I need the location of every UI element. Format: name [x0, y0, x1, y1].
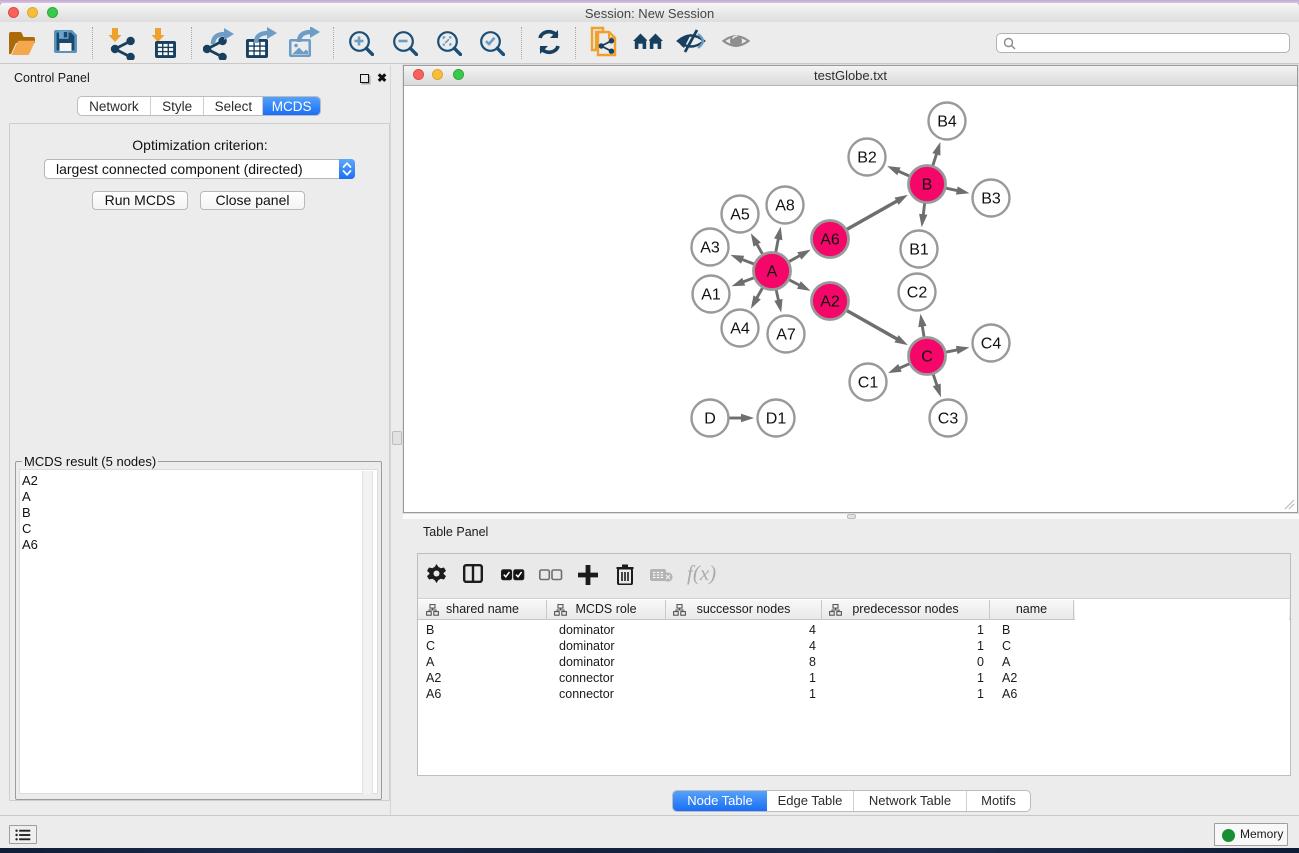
svg-text:A1: A1: [701, 287, 721, 304]
svg-text:D: D: [704, 411, 716, 428]
svg-text:C4: C4: [981, 336, 1002, 353]
svg-text:B2: B2: [857, 150, 877, 167]
svg-text:B3: B3: [981, 191, 1001, 208]
svg-text:A2: A2: [820, 294, 840, 311]
svg-text:B: B: [922, 177, 933, 194]
svg-text:C2: C2: [907, 285, 928, 302]
svg-text:C: C: [921, 349, 933, 366]
svg-text:D1: D1: [766, 411, 787, 428]
svg-text:A8: A8: [775, 198, 795, 215]
svg-text:B4: B4: [937, 114, 957, 131]
svg-text:A3: A3: [700, 240, 720, 257]
svg-text:A: A: [767, 264, 778, 281]
svg-text:C3: C3: [938, 411, 959, 428]
svg-text:A6: A6: [820, 232, 840, 249]
svg-text:A4: A4: [730, 321, 750, 338]
svg-text:A5: A5: [730, 207, 750, 224]
svg-text:A7: A7: [776, 327, 796, 344]
svg-text:C1: C1: [858, 375, 879, 392]
svg-text:B1: B1: [909, 242, 929, 259]
